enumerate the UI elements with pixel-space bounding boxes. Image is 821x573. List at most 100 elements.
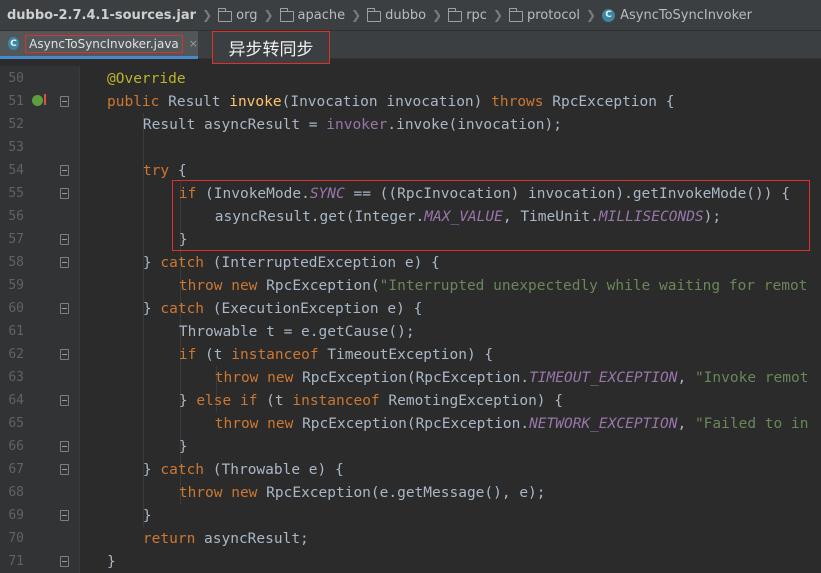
breadcrumb-folder-org[interactable]: org — [236, 8, 257, 23]
code-token: (t — [205, 346, 232, 363]
fold-icon[interactable] — [60, 395, 69, 406]
line-number: 63 — [8, 370, 24, 385]
fold-icon[interactable] — [60, 464, 69, 475]
code-token: throw new — [178, 484, 267, 501]
folder-icon — [218, 7, 233, 22]
code-text: } else if (t instanceof RemotingExceptio… — [179, 393, 563, 409]
code-token: catch — [160, 300, 213, 317]
code-line[interactable]: 53 — [0, 136, 821, 159]
code-token: throw new — [178, 277, 267, 294]
tab-async-to-sync-invoker[interactable]: C AsyncToSyncInvoker.java × — [0, 31, 198, 59]
code-line[interactable]: 66} — [0, 435, 821, 458]
line-number: 69 — [8, 508, 24, 523]
code-token: public — [107, 93, 169, 110]
annotation-label: 异步转同步 — [212, 31, 330, 64]
code-token: return — [142, 530, 205, 547]
code-text: } catch (Throwable e) { — [143, 462, 344, 478]
code-line[interactable]: 71} — [0, 550, 821, 573]
line-number: 52 — [8, 117, 24, 132]
code-line[interactable]: 52 Result asyncResult = invoker.invoke(in… — [0, 113, 821, 136]
fold-icon[interactable] — [60, 441, 69, 452]
code-token: TIMEOUT_EXCEPTION — [529, 369, 678, 386]
code-text: try { — [143, 163, 187, 179]
code-line[interactable]: 64} else if (t instanceof RemotingExcept… — [0, 389, 821, 412]
editor-tab-bar: C AsyncToSyncInvoker.java × — [0, 31, 821, 59]
folder-icon — [509, 7, 523, 22]
breadcrumb-folder-apache[interactable]: apache — [298, 8, 346, 23]
code-token: } — [178, 438, 188, 455]
chevron-right-icon: ❯ — [263, 8, 274, 22]
breadcrumb: dubbo-2.7.4.1-sources.jar ❯ org ❯ apache… — [0, 0, 821, 31]
code-token: @Override — [107, 70, 186, 87]
breadcrumb-current[interactable]: AsyncToSyncInvoker — [620, 8, 752, 23]
code-line[interactable]: 70 return asyncResult; — [0, 527, 821, 550]
chevron-right-icon: ❯ — [351, 8, 362, 22]
fold-icon[interactable] — [60, 96, 69, 107]
code-token: invoker — [326, 116, 388, 133]
line-number: 65 — [8, 416, 24, 431]
code-line[interactable]: 58} catch (InterruptedException e) { — [0, 251, 821, 274]
fold-icon[interactable] — [60, 165, 69, 176]
code-token: , — [677, 415, 695, 432]
code-token: TimeoutException) { — [327, 346, 494, 363]
code-text: Throwable t = e.getCause(); — [179, 324, 415, 340]
fold-icon[interactable] — [60, 257, 69, 268]
code-editor[interactable]: 50 @Override 51 public Result invoke(Invoca… — [0, 66, 821, 573]
line-number: 66 — [8, 439, 24, 454]
line-number: 61 — [8, 324, 24, 339]
override-marker-icon[interactable] — [32, 94, 46, 106]
code-line[interactable]: 51 public Result invoke(Invocation invoca… — [0, 90, 821, 113]
line-number: 58 — [8, 255, 24, 270]
code-token: instanceof — [292, 392, 389, 409]
code-line[interactable]: 68 throw new RpcException(e.getMessage(),… — [0, 481, 821, 504]
code-token: { — [177, 162, 187, 179]
code-line[interactable]: 59 throw new RpcException("Interrupted un… — [0, 274, 821, 297]
fold-icon[interactable] — [60, 303, 69, 314]
breadcrumb-root[interactable]: dubbo-2.7.4.1-sources.jar — [7, 8, 196, 23]
line-number: 51 — [8, 94, 24, 109]
code-line[interactable]: 69} — [0, 504, 821, 527]
code-token: , — [677, 369, 695, 386]
code-text: } catch (ExecutionException e) { — [143, 301, 422, 317]
line-number: 59 — [8, 278, 24, 293]
fold-icon[interactable] — [60, 234, 69, 245]
code-line[interactable]: 63 throw new RpcException(RpcException.TI… — [0, 366, 821, 389]
code-token: (InterruptedException e) { — [212, 254, 440, 271]
code-token: (t — [266, 392, 293, 409]
code-line[interactable]: 50 @Override — [0, 67, 821, 90]
code-line[interactable]: 65 throw new RpcException(RpcException.NE… — [0, 412, 821, 435]
code-token: "Interrupted unexpectedly while waiting … — [379, 277, 808, 294]
fold-icon[interactable] — [60, 510, 69, 521]
code-line[interactable]: 62 if (t instanceof TimeoutException) { — [0, 343, 821, 366]
breadcrumb-folder-dubbo[interactable]: dubbo — [385, 8, 426, 23]
code-text: } — [107, 554, 116, 570]
line-number: 67 — [8, 462, 24, 477]
breadcrumb-folder-protocol[interactable]: protocol — [527, 8, 580, 23]
line-number: 60 — [8, 301, 24, 316]
chevron-right-icon: ❯ — [202, 8, 213, 22]
code-line[interactable]: 67 } catch (Throwable e) { — [0, 458, 821, 481]
code-token: invoke — [229, 93, 282, 110]
code-text: throw new RpcException("Interrupted unex… — [179, 278, 808, 294]
fold-icon[interactable] — [60, 556, 69, 567]
breadcrumb-folder-rpc[interactable]: rpc — [466, 8, 487, 23]
code-line[interactable]: 61 Throwable t = e.getCause(); — [0, 320, 821, 343]
code-token: } — [178, 392, 197, 409]
fold-icon[interactable] — [60, 188, 69, 199]
class-icon: C — [8, 37, 20, 50]
code-line[interactable]: 54 try { — [0, 159, 821, 182]
code-token: RpcException(e.getMessage(), e); — [266, 484, 546, 501]
fold-icon[interactable] — [60, 349, 69, 360]
code-token: RpcException( — [266, 277, 380, 294]
code-token: } — [142, 461, 161, 478]
line-number: 50 — [8, 71, 24, 86]
code-token: Result — [168, 93, 230, 110]
line-number: 71 — [8, 554, 24, 569]
close-icon[interactable]: × — [189, 37, 198, 50]
code-text: throw new RpcException(e.getMessage(), e… — [179, 485, 546, 501]
code-token: instanceof — [231, 346, 328, 363]
code-token: else if — [196, 392, 267, 409]
tab-label: AsyncToSyncInvoker.java — [25, 34, 183, 53]
code-line[interactable]: 60 } catch (ExecutionException e) { — [0, 297, 821, 320]
folder-icon — [367, 7, 382, 22]
